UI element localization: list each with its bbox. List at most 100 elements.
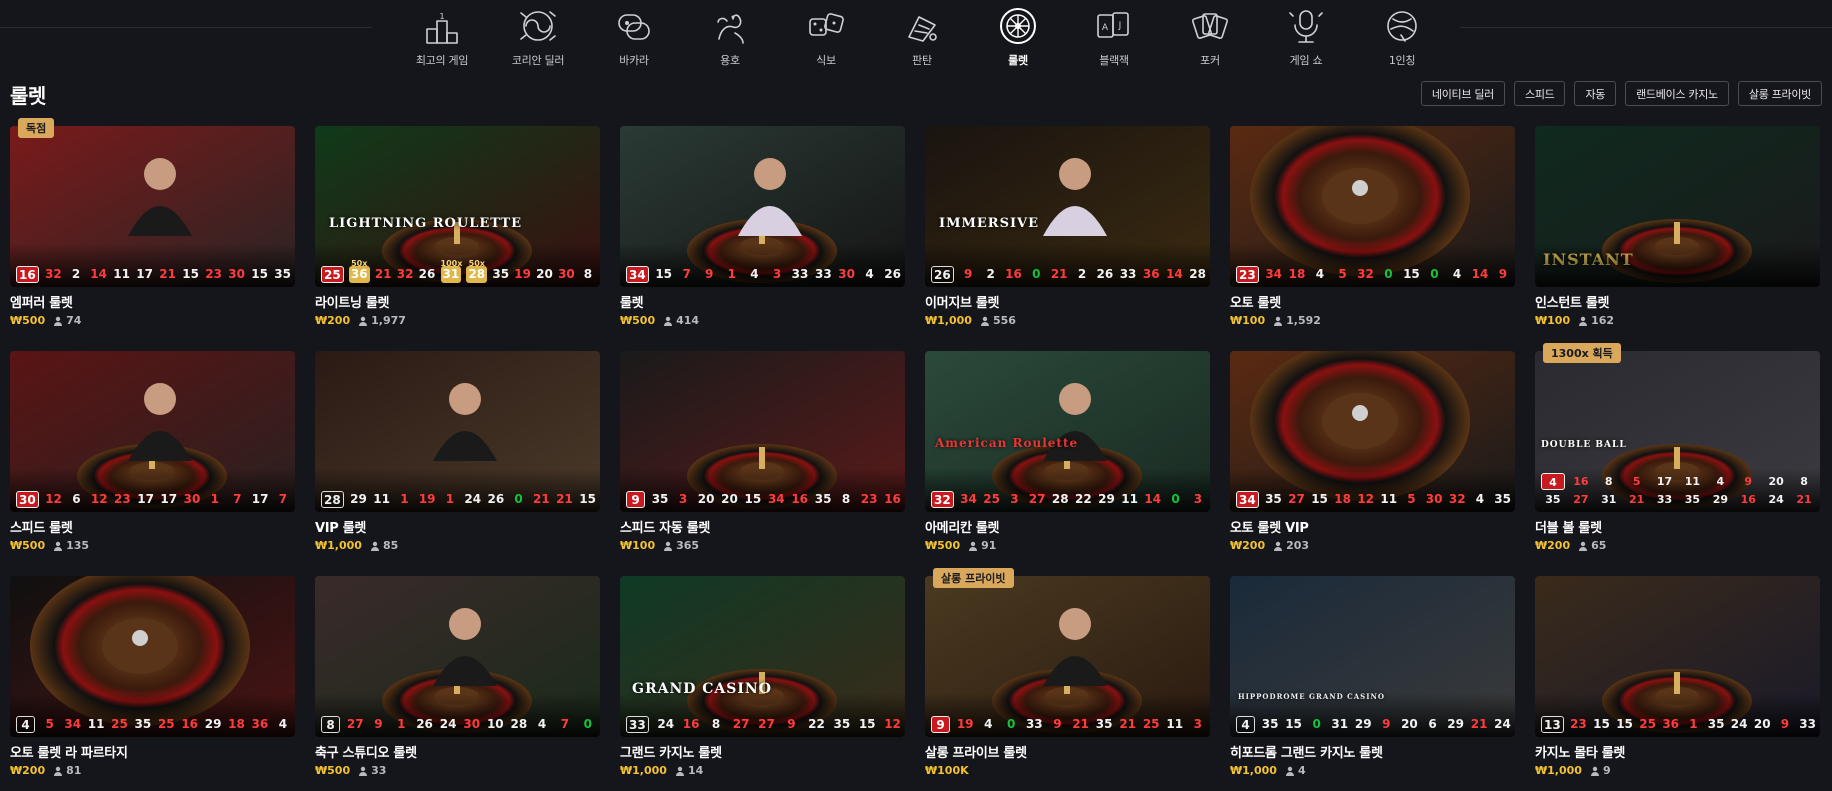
game-thumbnail[interactable]: 30 12 6 12 23 17 17 30 1 7 17 7 <box>10 351 295 512</box>
game-title[interactable]: 오토 룰렛 라 파르타지 <box>10 742 295 761</box>
game-title[interactable]: 축구 스튜디오 룰렛 <box>315 742 600 761</box>
game-logo: IMMERSIVE <box>939 216 1040 231</box>
nav-item-0[interactable]: 1 최고의 게임 <box>394 6 490 72</box>
game-card[interactable]: HIPPODROME GRAND CASINO43515031299206292… <box>1230 576 1515 777</box>
svg-text:J: J <box>1118 21 1122 31</box>
result-number: 34 <box>626 266 649 283</box>
game-thumbnail[interactable]: IMMERSIVE 26 9 2 16 0 21 2 26 33 36 14 28 <box>925 126 1210 287</box>
filter-chip[interactable]: 네이티브 딜러 <box>1420 81 1505 106</box>
game-card[interactable]: GRAND CASINO 33 24 16 8 27 27 9 22 35 15 12 그랜드 카지노 … <box>620 576 905 777</box>
double-ball-results: 4 16 8 5 17 11 4 9 20 8 35 27 31 21 33 35 29 16 24 21 <box>1541 473 1816 508</box>
user-icon <box>675 766 684 776</box>
result-number: 35 <box>1494 492 1511 506</box>
result-number: 0 <box>1384 267 1393 281</box>
game-title[interactable]: 오토 룰렛 <box>1230 292 1515 311</box>
game-title[interactable]: 아메리칸 룰렛 <box>925 517 1210 536</box>
game-thumbnail[interactable]: 4 5 34 11 25 35 25 16 29 18 36 4 <box>10 576 295 737</box>
game-title[interactable]: 엠퍼러 룰렛 <box>10 292 295 311</box>
result-number: 33 <box>626 716 649 733</box>
nav-item-label: 코리안 딜러 <box>511 54 565 67</box>
nav-item-label: 바카라 <box>619 54 649 67</box>
game-thumbnail[interactable]: 9 35 3 20 20 15 34 16 35 8 23 16 <box>620 351 905 512</box>
min-bet: ₩1,000 <box>925 314 972 327</box>
result-number: 1 <box>210 492 219 506</box>
min-bet: ₩200 <box>10 764 46 777</box>
players-value: 65 <box>1591 539 1607 552</box>
nav-item-4[interactable]: 식보 <box>778 6 874 72</box>
result-number: 12 <box>884 717 901 731</box>
game-card[interactable]: 23 34 18 4 5 32 0 15 0 4 14 9 오토 룰렛 ₩100 1,592 <box>1230 126 1515 327</box>
game-title[interactable]: 라이트닝 룰렛 <box>315 292 600 311</box>
result-number: 3 <box>1010 492 1019 506</box>
game-title[interactable]: 룰렛 <box>620 292 905 311</box>
game-title[interactable]: 스피드 자동 룰렛 <box>620 517 905 536</box>
result-number: 33 <box>814 267 832 281</box>
result-number: 35 <box>1265 492 1282 506</box>
game-thumbnail[interactable]: DOUBLE BALL 4 16 8 5 17 11 4 9 20 8 35 27 31 21 33 35 29 1… <box>1535 351 1820 512</box>
filter-chip[interactable]: 살롱 프라이빗 <box>1737 81 1822 106</box>
game-thumbnail[interactable]: GRAND CASINO 33 24 16 8 27 27 9 22 35 15 12 <box>620 576 905 737</box>
game-thumbnail[interactable]: 8 27 9 1 26 24 30 10 28 4 7 0 <box>315 576 600 737</box>
nav-item-8[interactable]: 포커 <box>1162 6 1258 72</box>
game-card[interactable]: 13 23 15 15 25 36 1 35 24 20 9 33 카지노 몰타 룰렛 ₩1,000 9 <box>1535 576 1820 777</box>
game-thumbnail[interactable]: American Roulette 32 34 25 3 27 28 22 29 11 14 0 3 <box>925 351 1210 512</box>
nav-item-2[interactable]: 바카라 <box>586 6 682 72</box>
game-card[interactable]: American Roulette 32 34 25 3 27 28 22 29 11 14 0 3 아메… <box>925 351 1210 552</box>
game-thumbnail[interactable]: 23 34 18 4 5 32 0 15 0 4 14 9 <box>1230 126 1515 287</box>
nav-item-7[interactable]: A J 블랙잭 <box>1066 6 1162 72</box>
filter-chip[interactable]: 랜드베이스 카지노 <box>1625 81 1729 106</box>
game-card[interactable]: 34 15 7 9 1 4 3 33 33 30 4 26 룰렛 ₩500 414 <box>620 126 905 327</box>
game-thumbnail[interactable]: 9 19 4 0 33 9 21 35 21 25 11 3 <box>925 576 1210 737</box>
game-card[interactable]: 8 27 9 1 26 24 30 10 28 4 7 0 축구 스튜디오 룰렛 ₩500 33 <box>315 576 600 777</box>
result-number: 34 <box>767 492 785 506</box>
nav-item-6[interactable]: 룰렛 <box>970 6 1066 72</box>
result-number: 15 <box>858 717 876 731</box>
game-title[interactable]: 스피드 룰렛 <box>10 517 295 536</box>
filter-chip[interactable]: 자동 <box>1574 81 1617 106</box>
nav-item-5[interactable]: 판탄 <box>874 6 970 72</box>
game-thumbnail[interactable]: 28 29 11 1 19 1 24 26 0 21 21 15 <box>315 351 600 512</box>
game-title[interactable]: 더블 볼 룰렛 <box>1535 517 1820 536</box>
result-number: 23 <box>1570 717 1587 731</box>
game-card[interactable]: LIGHTNING ROULETTE 25 50x 36 21 32 26 100x 31 50x… <box>315 126 600 327</box>
nav-item-10[interactable]: 1인칭 <box>1354 6 1450 72</box>
game-title[interactable]: VIP 룰렛 <box>315 517 600 536</box>
game-card[interactable]: 28 29 11 1 19 1 24 26 0 21 21 15 VIP 룰렛 ₩1,000 85 <box>315 351 600 552</box>
game-card[interactable]: 독점 16 32 2 14 11 17 21 15 23 30 15 35 엠퍼러 룰렛 ₩500 74 <box>10 118 295 327</box>
game-thumbnail[interactable]: HIPPODROME GRAND CASINO43515031299206292… <box>1230 576 1515 737</box>
game-thumbnail[interactable]: INSTANT <box>1535 126 1820 287</box>
filter-chip[interactable]: 스피드 <box>1514 81 1566 106</box>
recent-results: 32 34 25 3 27 28 22 29 11 14 0 3 <box>931 491 1206 508</box>
game-card[interactable]: 34 35 27 15 18 12 11 5 30 32 4 35 오토 룰렛 VIP ₩200 203 <box>1230 351 1515 552</box>
nav-item-9[interactable]: 게임 쇼 <box>1258 6 1354 72</box>
game-title[interactable]: 살롱 프라이브 룰렛 <box>925 742 1210 761</box>
nav-item-1[interactable]: 코리안 딜러 <box>490 6 586 72</box>
game-card[interactable]: INSTANT 인스턴트 룰렛 ₩100 162 <box>1535 126 1820 327</box>
game-meta: ₩100 365 <box>620 539 905 552</box>
game-card[interactable]: 1300x 획득 DOUBLE BALL 4 16 8 5 17 11 4 9 20 8 35 27 31 2… <box>1535 343 1820 552</box>
game-thumbnail[interactable]: 34 35 27 15 18 12 11 5 30 32 4 35 <box>1230 351 1515 512</box>
user-icon <box>969 541 978 551</box>
game-title[interactable]: 오토 룰렛 VIP <box>1230 517 1515 536</box>
result-number: 35 <box>1095 717 1113 731</box>
game-thumbnail[interactable]: LIGHTNING ROULETTE 25 50x 36 21 32 26 100x 31 50x… <box>315 126 600 287</box>
result-number: 11 <box>113 267 130 281</box>
game-card[interactable]: IMMERSIVE 26 9 2 16 0 21 2 26 33 36 14 28 이머지브 룰렛 ₩1,0… <box>925 126 1210 327</box>
game-card[interactable]: 30 12 6 12 23 17 17 30 1 7 17 7 스피드 룰렛 ₩500 135 <box>10 351 295 552</box>
game-title[interactable]: 히포드롬 그랜드 카지노 룰렛 <box>1230 742 1515 761</box>
nav-item-3[interactable]: 용호 <box>682 6 778 72</box>
game-thumbnail[interactable]: 16 32 2 14 11 17 21 15 23 30 15 35 <box>10 126 295 287</box>
game-title[interactable]: 그랜드 카지노 룰렛 <box>620 742 905 761</box>
game-logo: DOUBLE BALL <box>1541 440 1627 450</box>
game-card[interactable]: 살롱 프라이빗 9 19 4 0 33 9 21 35 21 25 11 3 살롱 프라이브 룰렛 ₩100… <box>925 568 1210 777</box>
game-title[interactable]: 이머지브 룰렛 <box>925 292 1210 311</box>
game-thumbnail[interactable]: 34 15 7 9 1 4 3 33 33 30 4 26 <box>620 126 905 287</box>
result-number: 12 <box>45 492 62 506</box>
game-title[interactable]: 카지노 몰타 룰렛 <box>1535 742 1820 761</box>
game-card[interactable]: 4 5 34 11 25 35 25 16 29 18 36 4 오토 룰렛 라 파르타지 ₩200 81 <box>10 576 295 777</box>
result-number: 32 <box>1448 492 1466 506</box>
game-title[interactable]: 인스턴트 룰렛 <box>1535 292 1820 311</box>
game-card[interactable]: 9 35 3 20 20 15 34 16 35 8 23 16 스피드 자동 룰렛 ₩100 365 <box>620 351 905 552</box>
game-thumbnail[interactable]: 13 23 15 15 25 36 1 35 24 20 9 33 <box>1535 576 1820 737</box>
result-number: 31 <box>1331 717 1349 731</box>
